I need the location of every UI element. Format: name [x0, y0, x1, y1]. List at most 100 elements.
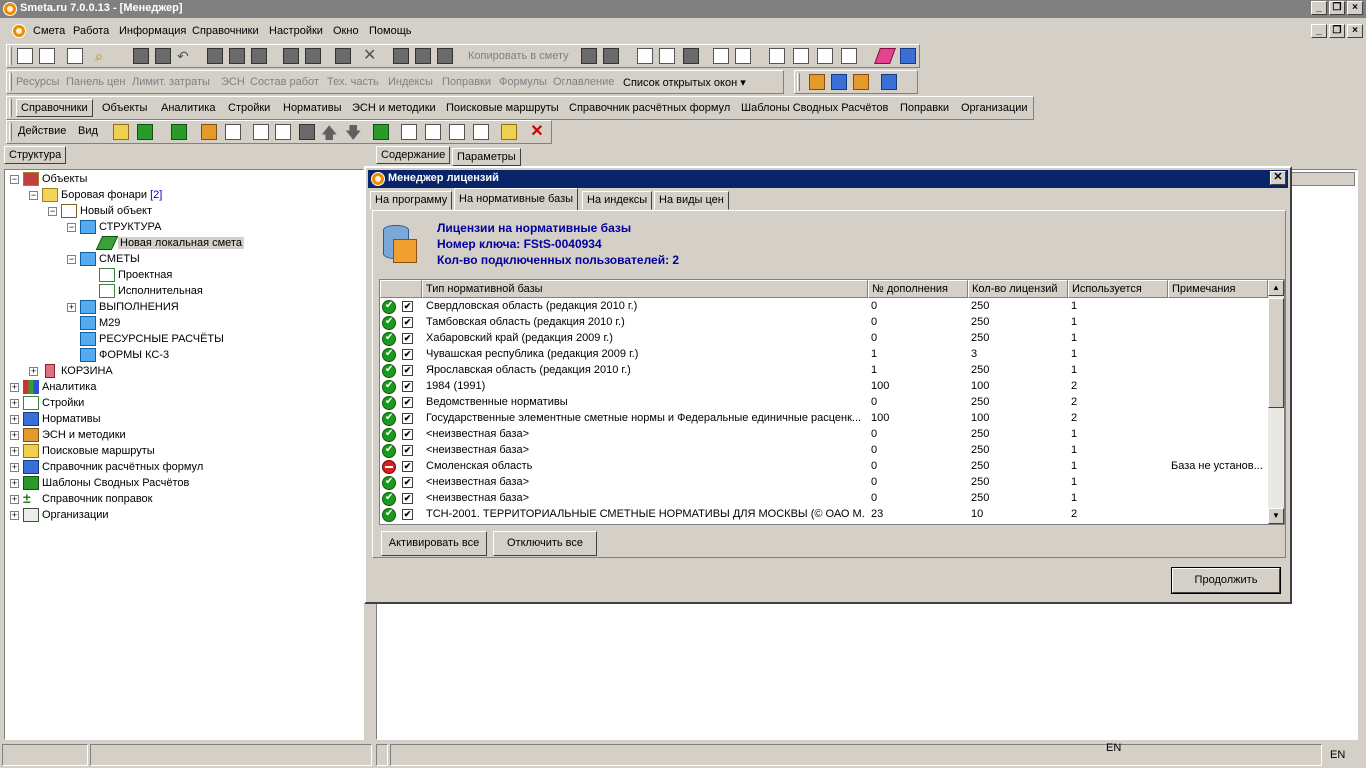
scroll-down-icon[interactable]: ▼ [1268, 508, 1284, 524]
work-composition-button[interactable]: Состав работ [250, 76, 319, 88]
document-icon[interactable] [12, 24, 26, 38]
insert-icon[interactable] [415, 48, 431, 64]
tab-analytics[interactable]: Аналитика [161, 102, 215, 114]
menu-window[interactable]: Окно [333, 25, 359, 37]
collapse-icon[interactable]: − [67, 255, 76, 264]
tab-organizations[interactable]: Организации [961, 102, 1028, 114]
move-right-icon[interactable] [841, 48, 857, 64]
new-resource-icon[interactable] [275, 124, 291, 140]
indexes-button[interactable]: Индексы [388, 76, 433, 88]
copy-icon[interactable] [283, 48, 299, 64]
tab-program[interactable]: На программу [370, 191, 453, 210]
open-windows-dropdown[interactable]: Список открытых окон ▾ [623, 76, 746, 89]
expand-icon[interactable]: + [10, 383, 19, 392]
list-remove-icon[interactable] [251, 48, 267, 64]
table-row[interactable]: ✔ <неизвестная база> 0 250 1 [380, 427, 1273, 443]
table-row[interactable]: ✔ Смоленская область 0 250 1 База не установ.… [380, 459, 1273, 475]
table-row[interactable]: ✔ Ведомственные нормативы 0 250 2 [380, 395, 1273, 411]
form-icon[interactable] [473, 124, 489, 140]
tree-list-icon[interactable] [39, 48, 55, 64]
resource-add-icon[interactable] [659, 48, 675, 64]
expand-icon[interactable]: + [10, 463, 19, 472]
collapse-icon[interactable]: − [29, 191, 38, 200]
tab-search-routes[interactable]: Поисковые маршруты [446, 102, 559, 114]
table-row[interactable]: ✔ Ярославская область (редакция 2010 г.) 1… [380, 363, 1273, 379]
row-checkbox[interactable]: ✔ [402, 333, 413, 344]
table-row[interactable]: ✔ Тамбовская область (редакция 2010 г.) 0 2… [380, 315, 1273, 331]
table-row[interactable]: ✔ Чувашская республика (редакция 2009 г.)… [380, 347, 1273, 363]
expand-icon[interactable]: + [10, 431, 19, 440]
mdi-close-button[interactable]: × [1347, 24, 1363, 38]
row-checkbox[interactable]: ✔ [402, 301, 413, 312]
new-group-icon[interactable] [225, 124, 241, 140]
column-header-notes[interactable]: Примечания [1168, 280, 1268, 298]
tree-collapse-icon[interactable] [735, 48, 751, 64]
arrow-up-icon[interactable]: 🡅 [321, 122, 337, 142]
tab-esn[interactable]: ЭСН и методики [352, 102, 436, 114]
tab-references[interactable]: Справочники [16, 99, 93, 117]
tab-normatives[interactable]: Нормативы [283, 102, 342, 114]
table-row[interactable]: ✔ Свердловская область (редакция 2010 г.)… [380, 299, 1273, 315]
row-checkbox[interactable]: ✔ [402, 349, 413, 360]
menu-estimate[interactable]: Смета [33, 25, 65, 37]
action-menu[interactable]: Действие [18, 125, 66, 137]
formulas-button[interactable]: Формулы [499, 76, 547, 88]
book-icon[interactable] [900, 48, 916, 64]
continue-button[interactable]: Продолжить [1171, 567, 1281, 594]
new-estimate-icon[interactable] [253, 124, 269, 140]
row-checkbox[interactable]: ✔ [402, 493, 413, 504]
collapse-icon[interactable]: − [48, 207, 57, 216]
expand-icon[interactable]: + [10, 511, 19, 520]
export-icon[interactable] [137, 124, 153, 140]
table-row[interactable]: ✔ Хабаровский край (редакция 2009 г.) 0 250… [380, 331, 1273, 347]
menu-settings[interactable]: Настройки [269, 25, 323, 37]
calc-icon[interactable] [373, 124, 389, 140]
list-add-icon[interactable] [229, 48, 245, 64]
clipboard-icon[interactable] [581, 48, 597, 64]
move-left-icon[interactable] [817, 48, 833, 64]
row-checkbox[interactable]: ✔ [402, 429, 413, 440]
refresh-icon[interactable] [171, 124, 187, 140]
menu-information[interactable]: Информация [119, 25, 186, 37]
tab-objects[interactable]: Объекты [102, 102, 147, 114]
expand-icon[interactable]: + [67, 303, 76, 312]
expand-icon[interactable]: + [10, 479, 19, 488]
machine-icon[interactable] [881, 74, 897, 90]
tab-formulas[interactable]: Справочник расчётных формул [569, 102, 730, 114]
row-checkbox[interactable]: ✔ [402, 317, 413, 328]
add-row-icon[interactable] [437, 48, 453, 64]
column-header-addon[interactable]: № дополнения [868, 280, 968, 298]
copy-to-estimate-button[interactable]: Копировать в смету [468, 50, 569, 62]
minimize-button[interactable]: _ [1311, 1, 1327, 15]
limit-costs-button[interactable]: Лимит. затраты [132, 76, 210, 88]
print-icon[interactable] [155, 48, 171, 64]
resources-button[interactable]: Ресурсы [16, 76, 59, 88]
dialog-close-button[interactable]: ✕ [1270, 171, 1286, 185]
calculator-icon[interactable] [67, 48, 83, 64]
tab-parameters[interactable]: Параметры [452, 148, 521, 166]
esn-button[interactable]: ЭСН [221, 76, 245, 88]
scroll-up-icon[interactable]: ▲ [1268, 280, 1284, 296]
contents-button[interactable]: Оглавление [553, 76, 614, 88]
indent-icon[interactable] [769, 48, 785, 64]
tab-indexes[interactable]: На индексы [582, 191, 653, 210]
row-checkbox[interactable]: ✔ [402, 509, 413, 520]
menu-work[interactable]: Работа [73, 25, 109, 37]
tree-expand-icon[interactable] [713, 48, 729, 64]
resource-icon[interactable] [637, 48, 653, 64]
table-row[interactable]: ✔ <неизвестная база> 0 250 1 [380, 475, 1273, 491]
clipboard-list-icon[interactable] [603, 48, 619, 64]
menu-references[interactable]: Справочники [192, 25, 259, 37]
list-icon[interactable] [207, 48, 223, 64]
m29-icon[interactable] [425, 124, 441, 140]
outdent-icon[interactable] [793, 48, 809, 64]
collapse-icon[interactable]: − [67, 223, 76, 232]
truck-icon[interactable] [831, 74, 847, 90]
row-checkbox[interactable]: ✔ [402, 445, 413, 456]
tab-structure[interactable]: Структура [4, 146, 67, 164]
resource-calc-icon[interactable] [449, 124, 465, 140]
mdi-maximize-button[interactable]: ❐ [1329, 24, 1345, 38]
view-menu[interactable]: Вид [78, 125, 98, 137]
eraser-icon[interactable] [874, 48, 896, 64]
disable-all-button[interactable]: Отключить все [493, 531, 597, 556]
